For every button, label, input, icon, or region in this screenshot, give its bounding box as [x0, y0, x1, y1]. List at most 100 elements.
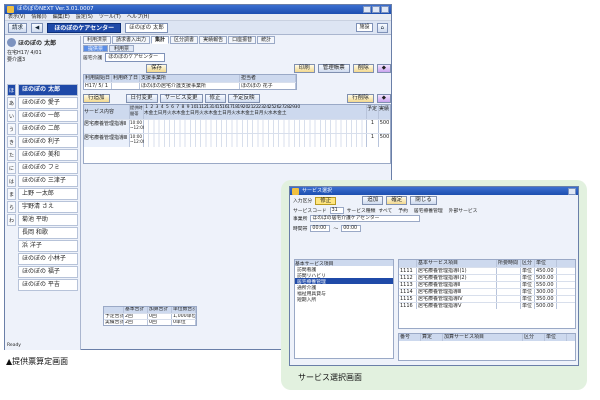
kana-tab[interactable]: い [7, 110, 16, 122]
client-list-item[interactable]: ほのぼの 太郎 [18, 84, 78, 96]
menu-item[interactable]: ツール(T) [99, 14, 121, 20]
client-list-item[interactable]: ほのぼの 福子 [18, 266, 78, 278]
service-item[interactable]: 1111 居宅療養管理指導Ⅰ(1) 単位 450.00 [399, 267, 575, 274]
menu-item[interactable]: 設定(S) [76, 14, 93, 20]
back-button[interactable]: ◀ [31, 22, 44, 33]
kana-tab[interactable]: は [7, 175, 16, 187]
row-options-button[interactable]: ◆ [376, 94, 391, 103]
tab[interactable]: 統計 [257, 36, 276, 44]
tab[interactable]: 利用済票 [83, 36, 112, 44]
kana-tab[interactable]: ま [7, 188, 16, 200]
client-list-item[interactable]: 宇野清 さえ [18, 201, 78, 213]
action-button[interactable]: 予定反映 [227, 94, 260, 103]
item-name: 居宅療養管理指導Ⅰ(2) [417, 275, 497, 281]
kana-tab[interactable]: ら [7, 201, 16, 213]
client-list-item[interactable]: ほのぼの 愛子 [18, 97, 78, 109]
row-delete-button[interactable]: 行削除 [347, 94, 374, 103]
filter-option[interactable]: 予約 [398, 207, 408, 214]
client-list-item[interactable]: ほのぼの 小林子 [18, 253, 78, 265]
tab[interactable]: 集計 [151, 36, 170, 44]
amount: 500 [378, 120, 390, 133]
client-list-item[interactable]: 上野 一太郎 [18, 188, 78, 200]
confirm-button[interactable]: 確定 [386, 196, 408, 205]
minimize-button[interactable] [363, 6, 371, 13]
time-end-field[interactable]: 00:00 [341, 225, 362, 232]
kana-tab[interactable]: き [7, 136, 16, 148]
menu-item[interactable]: ヘルプ(H) [127, 14, 150, 20]
close-button[interactable] [381, 6, 389, 13]
options-button[interactable]: ◆ [376, 64, 391, 73]
amount: 500 [378, 134, 390, 147]
action-button[interactable]: 修正 [204, 94, 226, 103]
time-label: 時間帯 [293, 227, 308, 232]
client-list-item[interactable]: ほのぼの 三津子 [18, 175, 78, 187]
service-item[interactable]: 1113 居宅療養管理指導Ⅱ 単位 550.00 [399, 281, 575, 288]
billing-button[interactable]: 請求 [8, 22, 28, 33]
office-field[interactable]: ほのぼの居宅介護ケアセンター [310, 214, 421, 222]
item-code: 1112 [399, 275, 417, 281]
tab[interactable]: 請求書入出力 [112, 36, 151, 44]
row-add-button[interactable]: 行追加 [83, 94, 110, 103]
close-window-button[interactable]: 閉じる [410, 196, 437, 205]
service-close-button[interactable] [568, 188, 576, 195]
service-item[interactable]: 1116 居宅療養管理指導Ⅴ 単位 500.00 [399, 302, 575, 309]
client-list-item[interactable]: ほのぼの 平吉 [18, 279, 78, 291]
client-list-item[interactable]: ほのぼの 利子 [18, 136, 78, 148]
maximize-button[interactable] [372, 6, 380, 13]
kana-tab[interactable]: わ [7, 214, 16, 226]
time-start-field[interactable]: 00:00 [310, 225, 331, 232]
category-item[interactable]: 短期入所 [295, 296, 393, 303]
office-name-label: ほのぼのケアセンター [47, 22, 122, 33]
menu-item[interactable]: 編集(E) [53, 14, 70, 20]
day-cells[interactable] [144, 134, 366, 147]
save-button[interactable]: 保存 [146, 64, 168, 73]
action-button[interactable]: サービス変更 [159, 94, 203, 103]
client-list-item[interactable]: 浜 洋子 [18, 240, 78, 252]
addition-header: 区分 [523, 334, 545, 341]
client-list-item[interactable]: ほのぼの 美和 [18, 149, 78, 161]
row-action-bar: 行追加 日付変更 サービス変更 修正 予定反映 行削除 ◆ [83, 93, 391, 104]
office-select[interactable]: ほのぼのケアセンター [105, 53, 166, 62]
filter-option[interactable]: 外部サービス [449, 207, 478, 214]
service-row[interactable]: 居宅療養管理指導Ⅱ 10:00 ~12:00 1 500 [84, 119, 390, 133]
addition-header: 番号 [399, 334, 421, 341]
action-button[interactable]: 日付変更 [125, 94, 158, 103]
filter-option[interactable]: 居宅療養管理 [414, 207, 443, 214]
client-list-item[interactable]: ほのぼの フミ [18, 162, 78, 174]
service-code-field[interactable]: 31 [329, 206, 344, 214]
tab[interactable]: 口座振替 [228, 36, 257, 44]
client-list-item[interactable]: 長岡 和歌 [18, 227, 78, 239]
kana-tab[interactable]: た [7, 149, 16, 161]
menu-item[interactable]: 表示(V) [8, 14, 25, 20]
client-list-item[interactable]: 菊池 平助 [18, 214, 78, 226]
kana-tab[interactable]: う [7, 123, 16, 135]
item-value: 500.00 [535, 275, 557, 281]
service-item[interactable]: 1112 居宅療養管理指導Ⅰ(2) 単位 500.00 [399, 274, 575, 281]
sub-tab[interactable]: 利用票 [109, 45, 135, 52]
client-list-item[interactable]: ほのぼの 二郎 [18, 123, 78, 135]
sub-tab[interactable]: 提供票 [83, 45, 109, 52]
client-list-item[interactable]: ほのぼの 一郎 [18, 110, 78, 122]
delete-button[interactable]: 削除 [352, 64, 374, 73]
print-button[interactable]: 印刷 [293, 64, 315, 73]
service-item[interactable]: 1115 居宅療養管理指導Ⅳ 単位 350.00 [399, 295, 575, 302]
item-unit: 単位 [521, 296, 535, 302]
service-header: サービス内容 [84, 105, 130, 119]
totals-value: 1,000単位 [173, 314, 196, 319]
service-item[interactable]: 1114 居宅療養管理指導Ⅲ 単位 300.00 [399, 288, 575, 295]
service-row[interactable]: 居宅療養管理指導Ⅲ 10:00 ~12:00 1 500 [84, 133, 390, 147]
tab[interactable]: 実績報告 [199, 36, 228, 44]
kana-tab[interactable]: ほ [7, 84, 16, 96]
item-header: 基本サービス項目 [417, 260, 497, 267]
kana-tab[interactable]: あ [7, 97, 16, 109]
management-button[interactable]: 管理帳票 [317, 64, 350, 73]
add-button[interactable]: 追加 [362, 196, 384, 205]
facility-select[interactable]: 施設 [356, 23, 373, 32]
filter-option[interactable]: すべて [378, 207, 392, 214]
tab[interactable]: 区分調書 [170, 36, 199, 44]
menu-item[interactable]: 情報(I) [31, 14, 46, 20]
kana-tab[interactable]: に [7, 162, 16, 174]
day-cells[interactable] [144, 120, 366, 133]
totals-row: 予定合計 2回 0回 1,000単位 [104, 313, 196, 319]
home-icon[interactable]: ⌂ [376, 22, 388, 33]
